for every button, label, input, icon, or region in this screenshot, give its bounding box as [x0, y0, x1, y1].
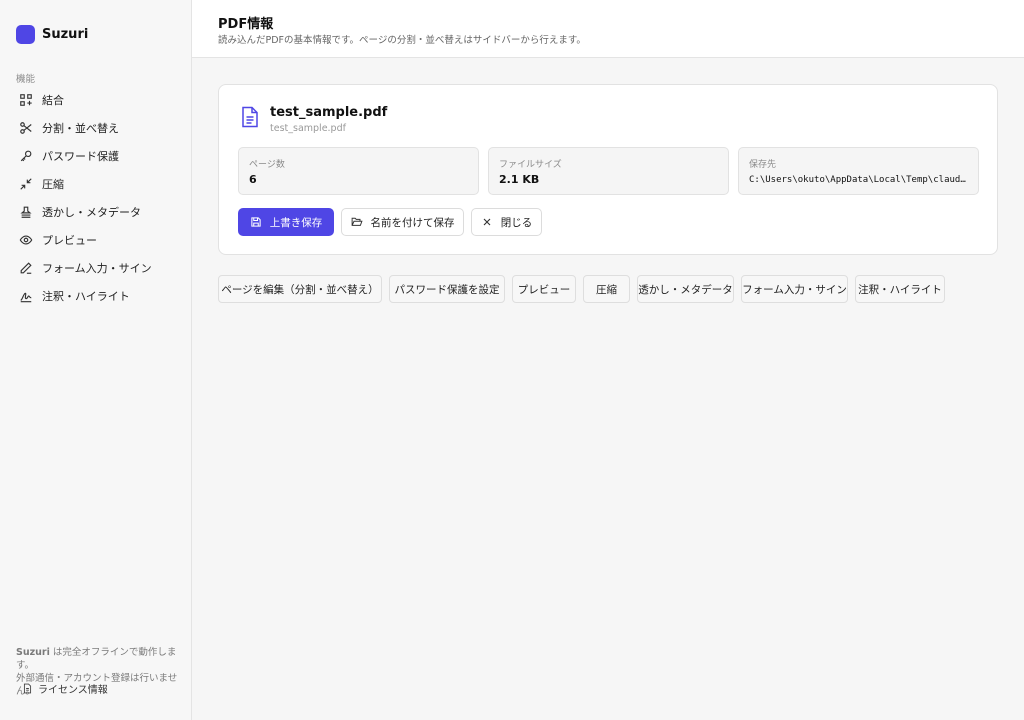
quick-annotate-button[interactable]: 注釈・ハイライト [855, 275, 945, 303]
close-icon [483, 218, 491, 226]
button-label: 閉じる [500, 216, 533, 229]
stat-label: ページ数 [249, 160, 285, 170]
sidebar-section-label: 機能 [16, 74, 36, 85]
page-subtitle: 読み込んだPDFの基本情報です。ページの分割・並べ替えはサイドバーから行えます。 [218, 35, 586, 46]
pen-icon [20, 262, 32, 274]
compress-icon [20, 178, 32, 190]
overwrite-save-button[interactable]: 上書き保存 [238, 208, 334, 236]
stat-value: C:\Users\okuto\AppData\Local\Temp\claude… [749, 175, 968, 185]
eye-icon [19, 235, 33, 245]
quick-preview-button[interactable]: プレビュー [512, 275, 576, 303]
stat-value: 6 [249, 173, 257, 186]
sidebar-item-label: パスワード保護 [42, 150, 119, 163]
sidebar-item-label: 分割・並べ替え [42, 122, 119, 135]
sidebar-item-label: フォーム入力・サイン [42, 262, 152, 275]
merge-icon [20, 94, 32, 106]
page-header: PDF情報 読み込んだPDFの基本情報です。ページの分割・並べ替えはサイドバーか… [192, 0, 1024, 58]
scissors-icon [20, 122, 32, 134]
quick-edit-pages-button[interactable]: ページを編集（分割・並べ替え） [218, 275, 382, 303]
file-info-card: test_sample.pdf test_sample.pdf ページ数 6 フ… [218, 84, 998, 255]
sidebar-item-preview[interactable]: プレビュー [0, 226, 191, 254]
quick-compress-button[interactable]: 圧縮 [583, 275, 630, 303]
file-subname: test_sample.pdf [270, 123, 346, 134]
button-label: 上書き保存 [269, 216, 323, 229]
stat-value: 2.1 KB [499, 173, 540, 186]
sidebar-item-label: 圧縮 [42, 178, 64, 191]
stat-save-location: 保存先 C:\Users\okuto\AppData\Local\Temp\cl… [738, 147, 979, 195]
sidebar-item-label: 結合 [42, 94, 64, 107]
folder-icon [351, 217, 363, 226]
license-link[interactable]: ライセンス情報 [22, 681, 108, 696]
button-label: 名前を付けて保存 [370, 216, 455, 229]
file-name: test_sample.pdf [270, 105, 388, 120]
quick-form-button[interactable]: フォーム入力・サイン [741, 275, 848, 303]
sidebar-item-password[interactable]: パスワード保護 [0, 142, 191, 170]
sidebar-item-watermark[interactable]: 透かし・メタデータ [0, 198, 191, 226]
stat-page-count: ページ数 6 [238, 147, 479, 195]
sidebar: Suzuri 機能 結合 分割・並べ替え パスワード保護 圧縮 透かし・メタデー… [0, 0, 192, 720]
sidebar-item-merge[interactable]: 結合 [0, 86, 191, 114]
file-text-icon [242, 106, 258, 128]
key-icon [20, 150, 32, 162]
app-logo [16, 25, 35, 44]
stat-label: 保存先 [749, 160, 777, 170]
stamp-icon [20, 206, 32, 218]
brand[interactable]: Suzuri [16, 25, 88, 44]
page-title: PDF情報 [218, 17, 274, 32]
sidebar-item-label: 透かし・メタデータ [42, 206, 141, 219]
quick-password-button[interactable]: パスワード保護を設定 [389, 275, 505, 303]
close-button[interactable]: 閉じる [471, 208, 542, 236]
quick-watermark-button[interactable]: 透かし・メタデータ [637, 275, 734, 303]
app-name: Suzuri [42, 27, 89, 42]
sidebar-item-label: プレビュー [42, 234, 97, 247]
stat-label: ファイルサイズ [499, 160, 562, 170]
stat-file-size: ファイルサイズ 2.1 KB [488, 147, 729, 195]
license-label: ライセンス情報 [38, 685, 108, 696]
document-icon [23, 683, 32, 694]
sidebar-item-split[interactable]: 分割・並べ替え [0, 114, 191, 142]
sidebar-item-compress[interactable]: 圧縮 [0, 170, 191, 198]
save-as-button[interactable]: 名前を付けて保存 [341, 208, 464, 236]
footer-brand: Suzuri [16, 647, 50, 658]
quick-actions: ページを編集（分割・並べ替え） パスワード保護を設定 プレビュー 圧縮 透かし・… [0, 275, 1024, 303]
save-icon [251, 217, 261, 227]
